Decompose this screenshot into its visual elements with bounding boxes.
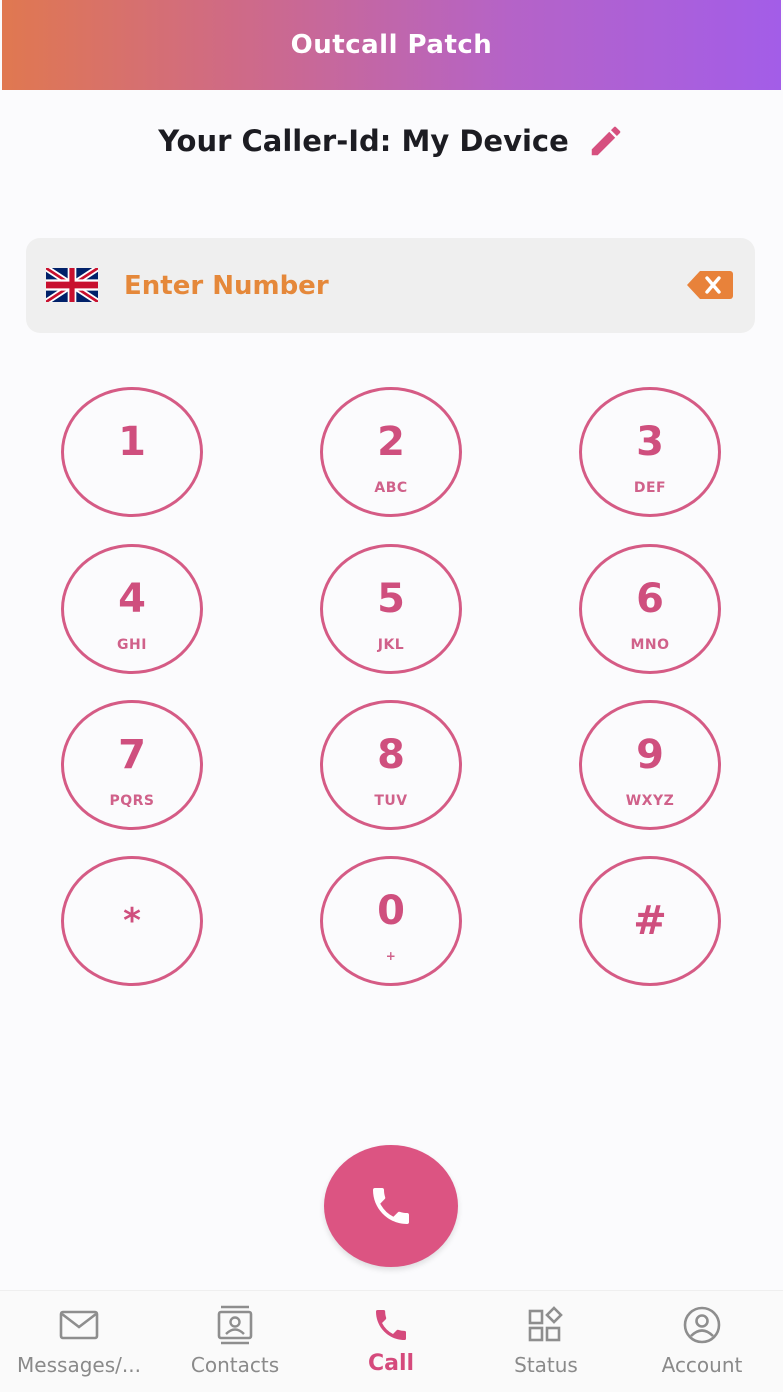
- nav-item-call[interactable]: Call: [316, 1291, 466, 1391]
- key-digit: 8: [377, 732, 405, 778]
- key-letters: GHI: [117, 637, 147, 653]
- key-letters: MNO: [630, 637, 670, 653]
- key-digit: 4: [118, 576, 146, 622]
- caller-id-label: Your Caller-Id: My Device: [158, 124, 569, 158]
- key-digit: 7: [118, 732, 146, 778]
- nav-item-status[interactable]: Status: [471, 1291, 621, 1391]
- nav-label: Contacts: [190, 1353, 280, 1377]
- key-3[interactable]: 3 DEF: [579, 387, 721, 517]
- app-header: Outcall Patch: [2, 0, 781, 90]
- key-letters: PQRS: [109, 793, 155, 809]
- nav-item-contacts[interactable]: Contacts: [160, 1291, 310, 1391]
- key-digit: 9: [636, 732, 664, 778]
- key-7[interactable]: 7 PQRS: [61, 700, 203, 830]
- uk-flag-icon[interactable]: [46, 268, 98, 302]
- key-digit: #: [633, 898, 667, 944]
- key-5[interactable]: 5 JKL: [320, 544, 462, 674]
- nav-label: Messages/...: [17, 1353, 141, 1377]
- number-entry-bar: [26, 238, 755, 333]
- key-letters: WXYZ: [625, 793, 675, 809]
- call-button[interactable]: [324, 1145, 458, 1267]
- nav-label: Status: [514, 1353, 578, 1377]
- phone-number-input[interactable]: [124, 262, 664, 310]
- key-digit: 1: [118, 419, 146, 465]
- key-hash[interactable]: #: [579, 856, 721, 986]
- key-digit: 6: [636, 576, 664, 622]
- key-letters: TUV: [374, 793, 408, 809]
- account-circle-icon: [682, 1305, 722, 1345]
- key-9[interactable]: 9 WXYZ: [579, 700, 721, 830]
- key-digit: 3: [636, 419, 664, 465]
- key-letters: JKL: [377, 637, 405, 653]
- key-digit: *: [123, 901, 141, 941]
- nav-item-account[interactable]: Account: [627, 1291, 777, 1391]
- app-title: Outcall Patch: [290, 30, 493, 60]
- pencil-icon[interactable]: [587, 122, 625, 160]
- contact-card-icon: [216, 1305, 254, 1345]
- key-0[interactable]: 0 +: [320, 856, 462, 986]
- widgets-icon: [527, 1305, 565, 1345]
- key-letters: ABC: [374, 480, 408, 496]
- key-2[interactable]: 2 ABC: [320, 387, 462, 517]
- key-letters: +: [385, 949, 397, 963]
- phone-icon: [371, 1305, 411, 1345]
- key-1[interactable]: 1: [61, 387, 203, 517]
- phone-icon: [373, 1188, 409, 1224]
- nav-label: Account: [661, 1353, 743, 1377]
- backspace-icon[interactable]: [686, 269, 734, 301]
- nav-item-messages[interactable]: Messages/...: [4, 1291, 154, 1391]
- key-letters: DEF: [633, 480, 667, 496]
- nav-label: Call: [367, 1351, 415, 1376]
- key-digit: 2: [377, 419, 405, 465]
- key-star[interactable]: *: [61, 856, 203, 986]
- bottom-navigation: Messages/... Contacts Call Status Accoun…: [0, 1290, 783, 1392]
- key-digit: 5: [377, 576, 405, 622]
- key-digit: 0: [377, 888, 405, 934]
- key-4[interactable]: 4 GHI: [61, 544, 203, 674]
- caller-id-row: Your Caller-Id: My Device: [0, 116, 783, 166]
- key-6[interactable]: 6 MNO: [579, 544, 721, 674]
- key-8[interactable]: 8 TUV: [320, 700, 462, 830]
- envelope-icon: [59, 1305, 99, 1345]
